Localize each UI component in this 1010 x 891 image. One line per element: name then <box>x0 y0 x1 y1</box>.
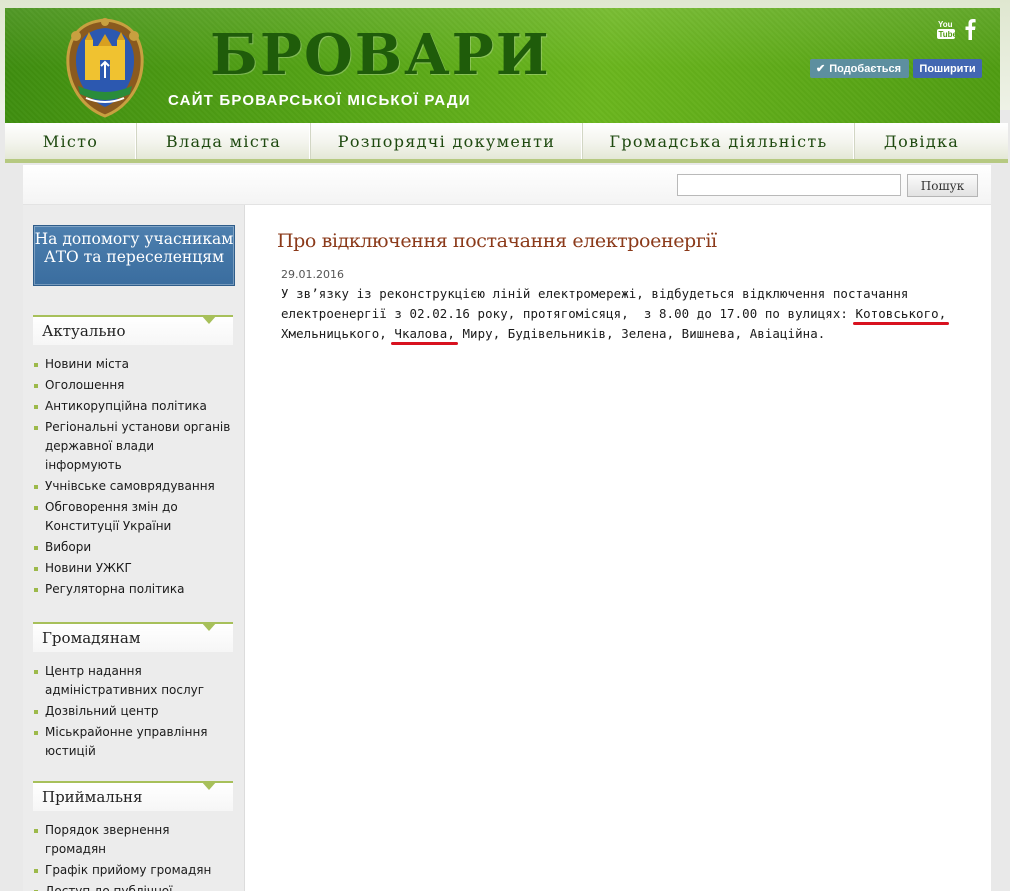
article-line: електроенергії з 02.02.16 року, протягом… <box>281 304 946 324</box>
article: Про відключення постачання електроенергі… <box>245 205 991 891</box>
sidebar-link-justice-department[interactable]: Міськрайонне управління юстицій <box>33 723 233 761</box>
sidebar-link-permit-center[interactable]: Дозвільний центр <box>33 702 233 721</box>
sidebar-link-admin-services-center[interactable]: Центр надання адміністративних послуг <box>33 662 233 700</box>
ato-help-banner[interactable]: На допомогу учасникам АТО та переселенця… <box>33 225 235 286</box>
sidebar-list-reception: Порядок звернення громадян Графік прийом… <box>33 821 233 891</box>
sidebar-link-constitution-discussion[interactable]: Обговорення змін до Конституції України <box>33 498 233 536</box>
sidebar: На допомогу учасникам АТО та переселенця… <box>23 205 245 891</box>
search-button[interactable]: Пошук <box>907 174 978 197</box>
highlighted-street-kotovskoho: Котовського, <box>855 306 947 321</box>
sidebar-link-anticorruption[interactable]: Антикорупційна політика <box>33 397 233 416</box>
search-bar: Пошук <box>23 165 991 205</box>
like-button[interactable]: ✔ Подобається <box>810 59 909 78</box>
main-nav: Місто Влада міста Розпорядчі документи Г… <box>5 123 1008 163</box>
share-button[interactable]: Поширити <box>913 59 982 78</box>
article-title: Про відключення постачання електроенергі… <box>277 230 717 252</box>
checkmark-icon: ✔ <box>816 63 826 75</box>
nav-item-reference[interactable]: Довідка <box>855 123 988 159</box>
facebook-icon[interactable] <box>963 18 977 40</box>
sidebar-block-title-actual: Актуально <box>33 315 233 345</box>
article-text: Хмельницького, <box>281 326 395 341</box>
sidebar-link-public-access[interactable]: Доступ до публічної <box>33 882 233 891</box>
coat-of-arms-logo[interactable] <box>60 16 150 118</box>
highlighted-street-chkalova: Чкалова, <box>394 326 455 341</box>
article-text: Миру, Будівельників, Зелена, Вишнева, Ав… <box>454 326 826 341</box>
sidebar-link-elections[interactable]: Вибори <box>33 538 233 557</box>
sidebar-list-actual: Новини міста Оголошення Антикорупційна п… <box>33 355 233 601</box>
youtube-icon[interactable]: You Tube <box>937 18 955 40</box>
article-text: електроенергії з 02.02.16 року, протягом… <box>281 306 856 321</box>
article-line: У зв’язку із реконструкцією ліній електр… <box>281 286 909 301</box>
nav-item-city[interactable]: Місто <box>5 123 137 159</box>
content-wrapper: Пошук На допомогу учасникам АТО та перес… <box>23 165 991 891</box>
site-subtitle: САЙТ БРОВАРСЬКОЇ МІСЬКОЇ РАДИ <box>168 92 471 109</box>
article-line: Хмельницького, Чкалова, Миру, Будівельни… <box>281 324 913 344</box>
sidebar-link-appeal-procedure[interactable]: Порядок звернення громадян <box>33 821 233 859</box>
sidebar-link-reception-schedule[interactable]: Графік прийому громадян <box>33 861 233 880</box>
svg-text:You: You <box>938 20 953 29</box>
sidebar-list-citizens: Центр надання адміністративних послуг До… <box>33 662 233 763</box>
sidebar-link-student-government[interactable]: Учнівське самоврядування <box>33 477 233 496</box>
article-body: У зв’язку із реконструкцією ліній електр… <box>281 284 946 344</box>
sidebar-link-regulatory-policy[interactable]: Регуляторна політика <box>33 580 233 599</box>
search-input[interactable] <box>677 174 901 196</box>
nav-item-public-activity[interactable]: Громадська діяльність <box>583 123 855 159</box>
sidebar-link-announcements[interactable]: Оголошення <box>33 376 233 395</box>
sidebar-link-city-news[interactable]: Новини міста <box>33 355 233 374</box>
svg-text:Tube: Tube <box>939 30 956 39</box>
nav-item-documents[interactable]: Розпорядчі документи <box>311 123 583 159</box>
sidebar-link-regional-institutions[interactable]: Регіональні установи органів державної в… <box>33 418 233 475</box>
site-header: БРОВАРИ САЙТ БРОВАРСЬКОЇ МІСЬКОЇ РАДИ Yo… <box>5 8 1000 128</box>
sidebar-block-title-citizens: Громадянам <box>33 622 233 652</box>
site-title[interactable]: БРОВАРИ <box>210 22 551 88</box>
article-date: 29.01.2016 <box>281 268 344 281</box>
sidebar-block-title-reception: Приймальня <box>33 781 233 811</box>
sidebar-link-uzhkg-news[interactable]: Новини УЖКГ <box>33 559 233 578</box>
nav-item-city-government[interactable]: Влада міста <box>137 123 311 159</box>
like-label: Подобається <box>829 62 902 75</box>
